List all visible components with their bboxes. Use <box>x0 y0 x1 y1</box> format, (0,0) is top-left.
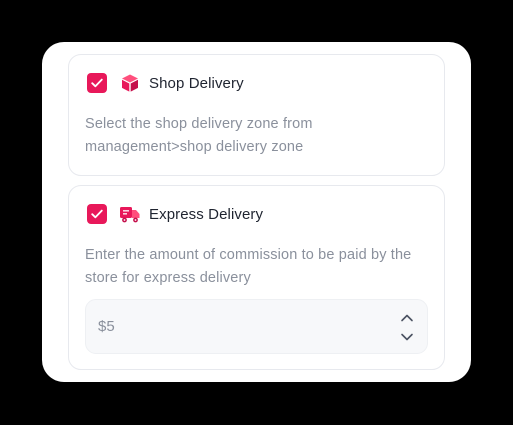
shop-delivery-option[interactable]: Shop Delivery Select the shop delivery z… <box>68 54 445 176</box>
checkmark-icon <box>91 78 103 88</box>
box-icon <box>119 72 141 94</box>
shop-delivery-header: Shop Delivery <box>87 72 244 94</box>
shop-delivery-title: Shop Delivery <box>149 74 244 92</box>
express-delivery-option[interactable]: Express Delivery Enter the amount of com… <box>68 185 445 370</box>
amount-stepper[interactable] <box>399 311 415 342</box>
delivery-settings-card: Shop Delivery Select the shop delivery z… <box>42 42 471 382</box>
delivery-truck-icon <box>119 203 141 225</box>
chevron-down-icon[interactable] <box>399 330 415 342</box>
checkmark-icon <box>91 209 103 219</box>
express-commission-input[interactable] <box>98 300 378 353</box>
shop-delivery-description: Select the shop delivery zone from manag… <box>85 116 313 155</box>
shop-delivery-checkbox[interactable] <box>87 73 107 93</box>
express-delivery-header: Express Delivery <box>87 203 263 225</box>
express-delivery-description: Enter the amount of commission to be pai… <box>85 247 412 286</box>
chevron-up-icon[interactable] <box>399 311 415 323</box>
express-delivery-checkbox[interactable] <box>87 204 107 224</box>
express-delivery-title: Express Delivery <box>149 205 264 223</box>
express-commission-field[interactable] <box>85 299 428 354</box>
